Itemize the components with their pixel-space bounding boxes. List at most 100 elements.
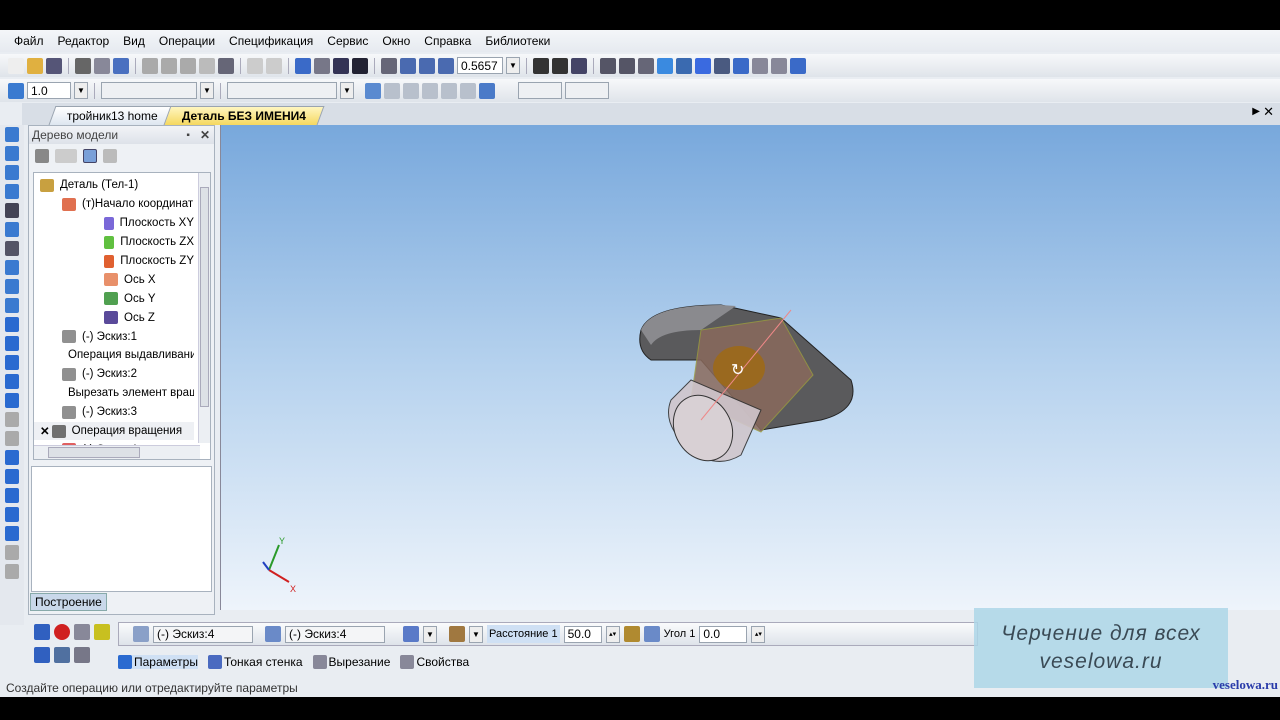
tree-item[interactable]: Плоскость ZY <box>34 252 194 271</box>
coord-y-field[interactable] <box>565 82 609 99</box>
tree-item[interactable]: Плоскость ZX <box>34 233 194 252</box>
edit-icon[interactable] <box>54 647 70 663</box>
hidden-lines-icon[interactable] <box>619 57 635 74</box>
tree-item[interactable]: Ось Y <box>34 289 194 308</box>
style-field[interactable] <box>227 82 337 99</box>
tree-item[interactable]: Деталь (Тел-1) <box>34 176 194 195</box>
orientation-icon[interactable] <box>571 57 587 74</box>
preview-icon[interactable] <box>94 57 110 74</box>
compact-tool-6-icon[interactable] <box>5 222 19 237</box>
help-icon[interactable] <box>74 647 90 663</box>
compact-tool-9-icon[interactable] <box>5 279 19 294</box>
auto-create-icon[interactable] <box>94 624 110 640</box>
menu-item[interactable]: Спецификация <box>229 34 313 48</box>
print-icon[interactable] <box>75 57 91 74</box>
axis-field[interactable]: (-) Эскиз:4 <box>285 625 385 643</box>
tab-cut[interactable]: Вырезание <box>312 655 390 669</box>
library-icon[interactable] <box>752 57 768 74</box>
coord-x-field[interactable] <box>518 82 562 99</box>
zoom-in-icon[interactable] <box>400 57 416 74</box>
menu-item[interactable]: Справка <box>424 34 471 48</box>
compact-tool-11-icon[interactable] <box>5 317 19 332</box>
manager-icon[interactable] <box>113 57 129 74</box>
paste-icon[interactable] <box>180 57 196 74</box>
axis-icon[interactable] <box>460 82 476 99</box>
3d-viewport[interactable]: ↻ Y X <box>220 125 1280 610</box>
style-dropdown[interactable]: ▼ <box>340 82 354 99</box>
close-icon[interactable]: ✕ <box>200 128 210 142</box>
open-folder-icon[interactable] <box>27 57 43 74</box>
zoom-scale-icon[interactable] <box>438 57 454 74</box>
tree-structure-icon[interactable] <box>35 149 49 163</box>
compact-tool-21-icon[interactable] <box>5 507 19 522</box>
section-icon[interactable] <box>695 57 711 74</box>
preview-icon[interactable] <box>74 624 90 640</box>
pan-icon[interactable] <box>533 57 549 74</box>
sketch-select-icon[interactable] <box>133 626 149 642</box>
snap-points-icon[interactable] <box>441 82 457 99</box>
close-document-icon[interactable]: ✕ <box>1263 104 1274 120</box>
tree-item[interactable]: Вырезать элемент вращения <box>34 384 194 403</box>
reverse-direction-icon[interactable] <box>623 626 640 642</box>
zoom-window-icon[interactable] <box>381 57 397 74</box>
grid-icon[interactable] <box>422 82 438 99</box>
compact-tool-12-icon[interactable] <box>5 336 19 351</box>
tree-item[interactable]: Плоскость XY <box>34 214 194 233</box>
redo-icon[interactable] <box>266 57 282 74</box>
tree-item[interactable]: Ось X <box>34 270 194 289</box>
copy-icon[interactable] <box>161 57 177 74</box>
method-dropdown[interactable]: ▼ <box>469 625 483 643</box>
tab-postroenie[interactable]: Построение <box>30 593 107 611</box>
shaded-edges-icon[interactable] <box>657 57 673 74</box>
compact-tool-7-icon[interactable] <box>5 241 19 256</box>
angle-icon[interactable] <box>643 626 660 642</box>
variables-icon[interactable] <box>314 57 330 74</box>
undo-icon[interactable] <box>247 57 263 74</box>
menu-item[interactable]: Файл <box>14 34 44 48</box>
window-icon[interactable] <box>790 57 806 74</box>
tree-item[interactable]: Операция выдавливания <box>34 346 194 365</box>
grid-step-icon[interactable] <box>8 82 24 99</box>
compact-tool-24-icon[interactable] <box>5 564 19 579</box>
compact-tool-10-icon[interactable] <box>5 298 19 313</box>
measure-icon[interactable] <box>733 57 749 74</box>
method-icon[interactable] <box>449 626 465 642</box>
create-object-icon[interactable] <box>34 624 50 640</box>
tree-item[interactable]: ✕ Операция вращения <box>34 421 194 441</box>
compact-tool-13-icon[interactable] <box>5 355 19 370</box>
compact-tool-2-icon[interactable] <box>5 146 19 161</box>
compact-tool-15-icon[interactable] <box>5 393 19 408</box>
tab-troynik13[interactable]: тройник13 home <box>48 106 177 125</box>
tree-horizontal-scrollbar[interactable] <box>34 445 200 459</box>
tab-thin-wall[interactable]: Тонкая стенка <box>207 655 303 669</box>
pin-icon[interactable]: ▪ <box>186 130 190 141</box>
snap-icon[interactable] <box>403 82 419 99</box>
menu-item[interactable]: Операции <box>159 34 215 48</box>
compact-tool-3-icon[interactable] <box>5 165 19 180</box>
tree-item[interactable]: (-) Эскиз:2 <box>34 365 194 384</box>
compact-tool-17-icon[interactable] <box>5 431 19 446</box>
menu-item[interactable]: Вид <box>123 34 145 48</box>
compact-tool-1-icon[interactable] <box>5 127 19 142</box>
local-cs-icon[interactable] <box>365 82 381 99</box>
step-dropdown[interactable]: ▼ <box>74 82 88 99</box>
tree-view-icon[interactable] <box>55 149 77 163</box>
sketch-field[interactable]: (-) Эскиз:4 <box>153 625 253 643</box>
tab-scroll-right-icon[interactable]: ▶ <box>1252 106 1260 117</box>
layer-dropdown[interactable]: ▼ <box>200 82 214 99</box>
compact-tool-19-icon[interactable] <box>5 469 19 484</box>
wireframe-icon[interactable] <box>600 57 616 74</box>
compact-tool-20-icon[interactable] <box>5 488 19 503</box>
tab-parameters[interactable]: Параметры <box>118 655 198 669</box>
angle-field[interactable]: 0.0 <box>699 625 748 643</box>
step-field[interactable]: 1.0 <box>27 82 71 99</box>
layer-field[interactable] <box>101 82 197 99</box>
settings-icon[interactable] <box>771 57 787 74</box>
compact-tool-5-icon[interactable] <box>5 203 19 218</box>
properties-icon[interactable] <box>199 57 215 74</box>
direction-dropdown[interactable]: ▼ <box>423 625 437 643</box>
save-icon[interactable] <box>46 57 62 74</box>
tab-detal-bez-imeni4[interactable]: Деталь БЕЗ ИМЕНИ4 <box>163 106 325 125</box>
compact-tool-4-icon[interactable] <box>5 184 19 199</box>
rotate-icon[interactable] <box>552 57 568 74</box>
